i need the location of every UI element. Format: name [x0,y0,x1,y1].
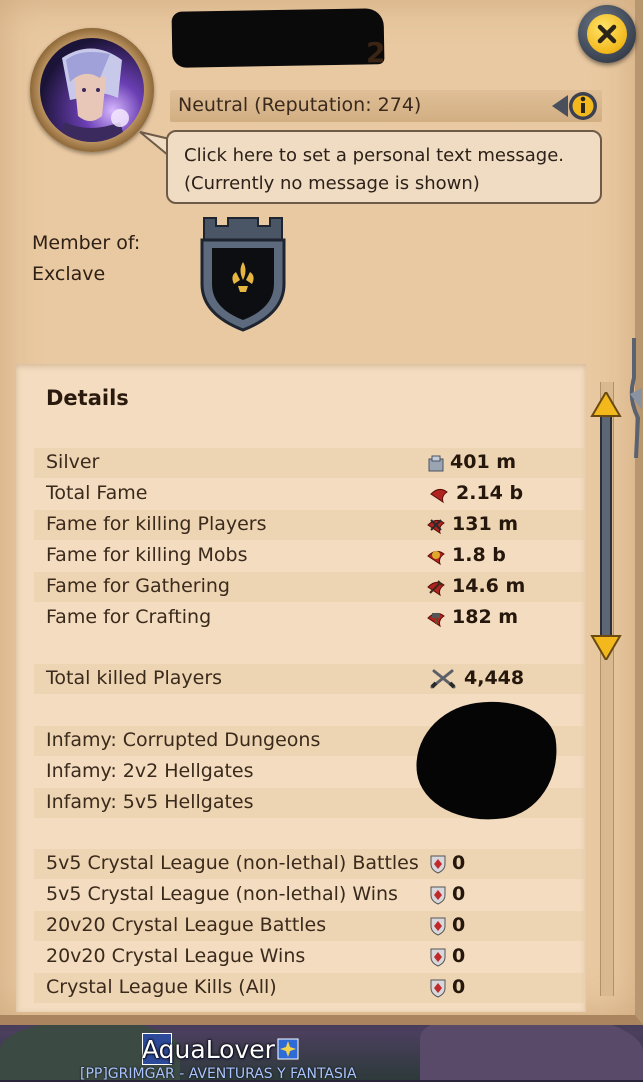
stat-value: 1.8 b [452,544,506,566]
stat-label: Fame for killing Players [46,513,267,535]
crystal-row-5v5-wins: 5v5 Crystal League (non-lethal) Wins 0 [34,880,584,910]
crystal-league-icon [430,855,446,874]
stat-label: 20v20 Crystal League Battles [46,914,327,936]
crystal-league-icon [430,917,446,936]
player-name-fragment: 2 [366,36,386,69]
stat-value: 401 m [450,451,517,473]
gathering-fame-icon [427,580,445,597]
player-nameplate: AquaLover [142,1032,299,1066]
crystal-row-20v20-battles: 20v20 Crystal League Battles 0 [34,911,584,941]
crystal-league-icon [430,979,446,998]
stat-label: Infamy: 2v2 Hellgates [46,760,254,782]
crystal-league-icon [430,948,446,967]
details-section[interactable]: Details Silver 401 m Total Fame 2.14 b F… [16,364,586,1012]
guild-membership-label: Member of: Exclave [32,228,140,290]
stat-label: Silver [46,451,100,473]
stat-value: 2.14 b [456,482,524,504]
crossed-swords-icon [430,669,456,689]
silver-icon [428,455,444,472]
guild-name: Exclave [32,263,106,285]
fame-icon [430,488,448,504]
stat-value: 182 m [452,606,519,628]
stat-value: 0 [452,883,466,905]
close-button[interactable] [578,5,636,63]
stat-value: 0 [452,976,466,998]
details-title: Details [46,386,129,410]
avatar-portrait [40,38,144,142]
pve-fame-icon [427,550,445,566]
crystal-row-20v20-wins: 20v20 Crystal League Wins 0 [34,942,584,972]
stat-label: Infamy: 5v5 Hellgates [46,791,254,813]
stat-label: 20v20 Crystal League Wins [46,945,306,967]
stat-value: 0 [452,852,466,874]
stat-label: Total killed Players [46,667,223,689]
stat-row-total-fame: Total Fame 2.14 b [34,479,584,509]
message-line-1: Click here to set a personal text messag… [184,145,564,166]
personal-message-button[interactable]: Click here to set a personal text messag… [166,130,602,204]
crystal-row-5v5-battles: 5v5 Crystal League (non-lethal) Battles … [34,849,584,879]
stat-row-gathering-fame: Fame for Gathering 14.6 m [34,572,584,602]
guild-badge-icon [277,1038,299,1060]
pvp-fame-icon [427,519,445,535]
stat-label: Fame for Gathering [46,575,230,597]
crystal-row-kills: Crystal League Kills (All) 0 [34,973,584,1003]
stat-label: Infamy: Corrupted Dungeons [46,729,321,751]
stat-label: 5v5 Crystal League (non-lethal) Wins [46,883,398,905]
reputation-text: Neutral (Reputation: 274) [178,94,422,116]
stat-value: 0 [452,945,466,967]
reputation-bar: Neutral (Reputation: 274) [170,90,602,122]
stat-label: Fame for killing Mobs [46,544,248,566]
close-icon [587,14,627,54]
stat-label: Fame for Crafting [46,606,212,628]
details-scrollbar[interactable] [586,382,626,1000]
stat-row-total-kills: Total killed Players 4,448 [34,664,584,694]
scrollbar-thumb[interactable] [590,392,622,660]
member-of-label: Member of: [32,232,141,254]
stat-value: 14.6 m [452,575,526,597]
stat-value: 131 m [452,513,519,535]
player-name: AquaLover [142,1034,275,1064]
stat-label: 5v5 Crystal League (non-lethal) Battles [46,852,419,874]
stat-row-crafting-fame: Fame for Crafting 182 m [34,603,584,633]
stat-row-silver: Silver 401 m [34,448,584,478]
panel-edge-hook [629,338,642,458]
message-line-2: (Currently no message is shown) [184,173,480,194]
guild-crest-icon[interactable] [198,214,288,334]
player-profile-panel: 2 Neutral (Reputation: 274) Click here t… [0,0,643,1025]
info-button[interactable] [550,89,600,123]
stat-value: 4,448 [464,667,525,689]
crafting-fame-icon [427,612,445,628]
stat-row-pve-fame: Fame for killing Mobs 1.8 b [34,541,584,571]
stat-label: Total Fame [46,482,148,504]
stat-value: 0 [452,914,466,936]
stat-row-pvp-fame: Fame for killing Players 131 m [34,510,584,540]
redacted-player-name [171,8,385,68]
info-icon [552,92,597,120]
crystal-league-icon [430,886,446,905]
stat-label: Crystal League Kills (All) [46,976,277,998]
